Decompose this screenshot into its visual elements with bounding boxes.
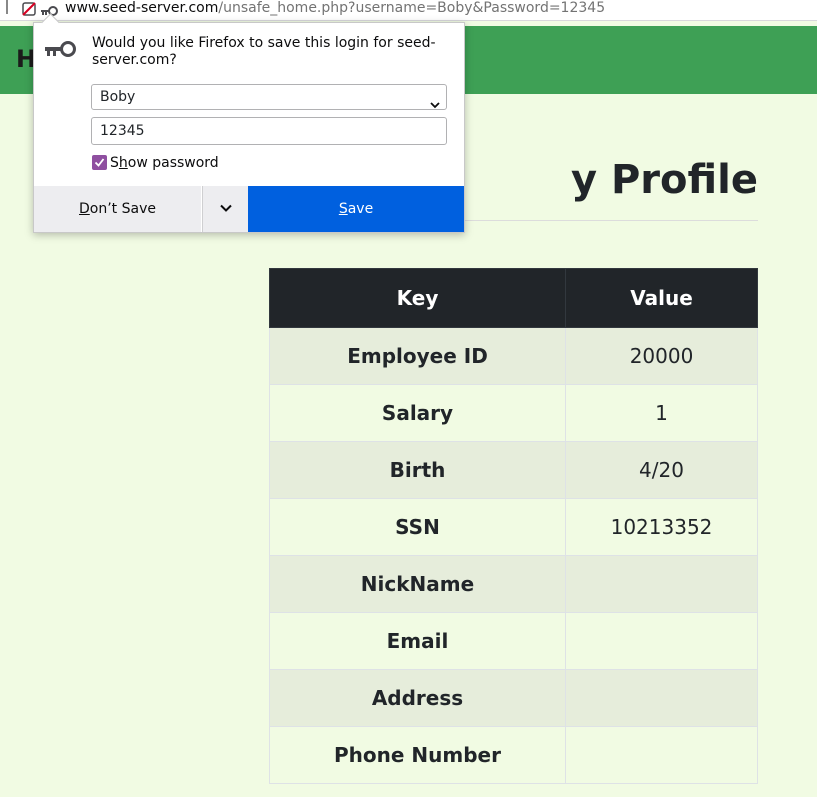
column-header-value: Value — [565, 268, 758, 328]
show-password-label: Show password — [110, 154, 219, 172]
password-value: 12345 — [100, 123, 145, 139]
username-select[interactable]: Boby — [91, 84, 447, 110]
table-row: Employee ID 20000 — [269, 327, 758, 385]
dont-save-rest: on’t Save — [89, 201, 156, 217]
row-key: Email — [269, 612, 566, 670]
dont-save-accesskey: D — [79, 201, 90, 217]
table-row: SSN 10213352 — [269, 498, 758, 556]
row-key: Salary — [269, 384, 566, 442]
row-value: 1 — [565, 384, 758, 442]
row-value: 10213352 — [565, 498, 758, 556]
dont-save-button[interactable]: Don’t Save — [34, 186, 201, 232]
chevron-down-icon — [220, 204, 232, 212]
row-key: Phone Number — [269, 726, 566, 784]
row-key: SSN — [269, 498, 566, 556]
checkbox-box[interactable] — [92, 155, 107, 170]
row-key: Address — [269, 669, 566, 727]
chevron-down-icon — [430, 93, 440, 109]
toolbar-edge — [0, 0, 8, 14]
table-row: Address — [269, 669, 758, 727]
profile-table: Key Value Employee ID 20000 Salary 1 Bir… — [269, 268, 758, 784]
row-value: 20000 — [565, 327, 758, 385]
username-value: Boby — [100, 89, 136, 105]
column-header-key: Key — [269, 268, 566, 328]
row-value — [565, 555, 758, 613]
save-accesskey: S — [338, 201, 348, 217]
table-row: NickName — [269, 555, 758, 613]
row-value — [565, 726, 758, 784]
row-value — [565, 612, 758, 670]
table-row: Birth 4/20 — [269, 441, 758, 499]
row-key: Birth — [269, 441, 566, 499]
save-button[interactable]: Save — [248, 186, 464, 232]
url-text[interactable]: www.seed-server.com/unsafe_home.php?user… — [65, 0, 605, 17]
url-host: www.seed-server.com — [65, 0, 219, 16]
popup-footer: Don’t Save Save — [34, 186, 464, 232]
more-options-button[interactable] — [202, 186, 249, 232]
row-value: 4/20 — [565, 441, 758, 499]
url-bar[interactable]: www.seed-server.com/unsafe_home.php?user… — [0, 0, 817, 21]
table-row: Phone Number — [269, 726, 758, 784]
row-key: NickName — [269, 555, 566, 613]
save-rest: ave — [347, 201, 374, 217]
table-header-row: Key Value — [269, 268, 758, 328]
row-key: Employee ID — [269, 327, 566, 385]
show-password-accesskey: h — [118, 155, 128, 171]
popup-message: Would you like Firefox to save this logi… — [92, 35, 436, 68]
url-path: /unsafe_home.php?username=Boby&Password=… — [218, 0, 606, 16]
key-icon — [44, 39, 76, 61]
table-row: Salary 1 — [269, 384, 758, 442]
table-row: Email — [269, 612, 758, 670]
row-value — [565, 669, 758, 727]
save-login-popup: Would you like Firefox to save this logi… — [33, 13, 465, 233]
key-icon[interactable] — [40, 2, 58, 16]
show-password-rest: ow password — [127, 155, 219, 171]
show-password-first: S — [110, 155, 119, 171]
password-field[interactable]: 12345 — [91, 117, 447, 145]
blocked-permission-icon[interactable] — [22, 1, 36, 16]
checkmark-icon — [94, 158, 105, 167]
